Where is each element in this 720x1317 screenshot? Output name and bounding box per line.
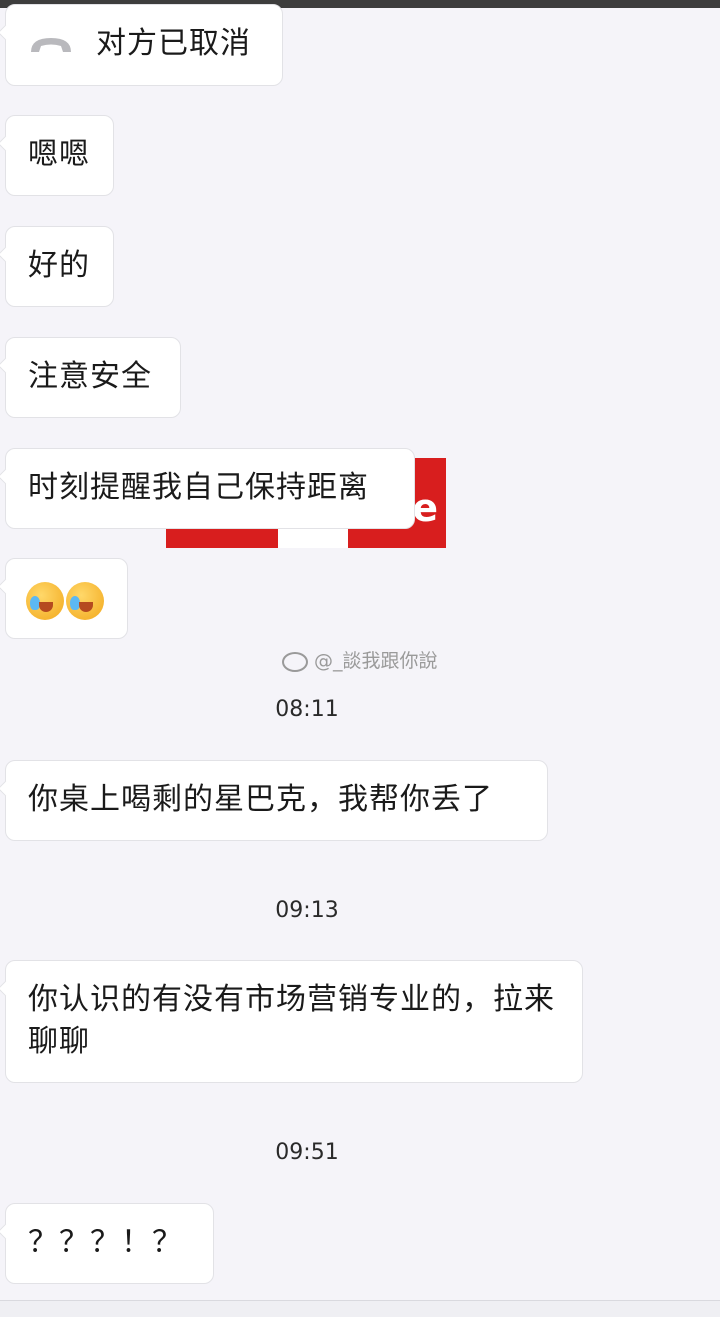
message-text: ？？？！？ <box>28 1225 183 1260</box>
timestamp: 09:51 <box>275 1140 339 1165</box>
bubble-tail <box>0 780 14 797</box>
input-bar-edge <box>0 1300 720 1317</box>
phone-hangup-icon <box>31 37 71 52</box>
call-cancelled-bubble[interactable]: 对方已取消 <box>0 4 283 86</box>
message-text: 你桌上喝剩的星巴克，我帮你丢了 <box>28 782 493 817</box>
timestamp: 08:11 <box>275 697 339 722</box>
message-bubble[interactable]: 注意安全 <box>0 337 181 418</box>
message-text: 你认识的有没有市场营销专业的，拉来聊聊 <box>28 982 555 1059</box>
bubble-tail <box>0 980 14 997</box>
message-bubble[interactable]: 你桌上喝剩的星巴克，我帮你丢了 <box>0 760 548 841</box>
message-text: 注意安全 <box>28 359 152 394</box>
message-text: 好的 <box>28 248 90 283</box>
bubble-tail <box>0 578 14 595</box>
bubble-tail <box>0 468 14 485</box>
sticker-letter: e <box>412 486 438 530</box>
facepalm-crying-emoji-icon <box>66 581 104 620</box>
bubble-tail <box>0 24 14 41</box>
message-text: 嗯嗯 <box>28 137 90 172</box>
message-text: 时刻提醒我自己保持距离 <box>28 470 369 505</box>
message-bubble[interactable]: ？？？！？ <box>0 1203 214 1284</box>
message-bubble[interactable]: 好的 <box>0 226 114 307</box>
watermark: @_談我跟你說 <box>282 646 438 673</box>
facepalm-crying-emoji-icon <box>26 581 64 620</box>
bubble-tail <box>0 135 14 152</box>
watermark-text: @_談我跟你說 <box>314 650 438 672</box>
bubble-tail <box>0 246 14 263</box>
timestamp: 09:13 <box>275 898 339 923</box>
weibo-icon <box>282 651 308 672</box>
emoji-bubble[interactable] <box>0 558 128 639</box>
bubble-tail <box>0 1223 14 1240</box>
message-bubble[interactable]: 时刻提醒我自己保持距离 <box>0 448 415 529</box>
message-bubble[interactable]: 你认识的有没有市场营销专业的，拉来聊聊 <box>0 960 583 1083</box>
message-bubble[interactable]: 嗯嗯 <box>0 115 114 196</box>
call-cancelled-text: 对方已取消 <box>96 26 251 61</box>
bubble-tail <box>0 357 14 374</box>
